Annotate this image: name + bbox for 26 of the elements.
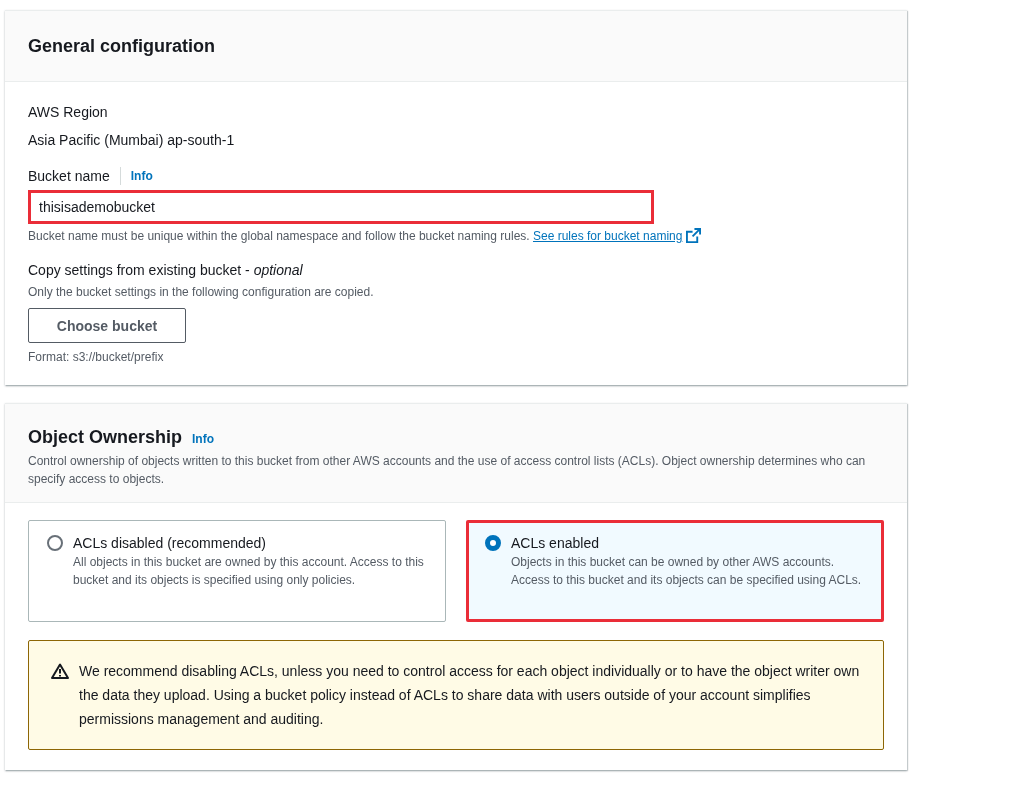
region-label: AWS Region: [28, 103, 109, 122]
copy-settings-label: Copy settings from existing bucket - optional: [28, 261, 304, 280]
bucket-name-label: Bucket name: [28, 167, 110, 186]
ownership-option[interactable]: ACLs disabled (recommended) All objects in this bucket are owned by this account. Access to this bucket and its objects is specified using only policies.: [28, 520, 446, 622]
region-value: Asia Pacific (Mumbai) ap-south-1: [28, 131, 236, 150]
option-label: ACLs enabled: [511, 534, 600, 553]
external-link-icon: [686, 228, 702, 243]
warning-icon: [51, 663, 69, 679]
bucket-name-hint: Bucket name must be unique within the global namespace and follow the bucket naming rules. See rules for bucket naming: [28, 228, 884, 244]
option-description: Objects in this bucket can be owned by other AWS accounts. Access to this bucket and its objects can be specified using ACLs.: [511, 554, 863, 589]
bucket-name-field[interactable]: thisisademobucket: [28, 190, 654, 224]
info-link[interactable]: Info: [130, 169, 153, 183]
format-hint: Format: s3://bucket/prefix: [28, 349, 165, 365]
naming-rules-link[interactable]: See rules for bucket naming: [533, 229, 702, 243]
section-title: Object Ownership: [28, 426, 183, 448]
copy-settings-description: Only the bucket settings in the following configuration are copied.: [28, 284, 375, 300]
option-description: All objects in this bucket are owned by this account. Access to this bucket and its objects is specified using only policies.: [73, 554, 425, 589]
option-label: ACLs disabled (recommended): [73, 534, 267, 553]
warning-text: We recommend disabling ACLs, unless you need to control access for each object individually or to have the object writer own the data they upload. Using a bucket policy instead of ACLs to share data with users outside of your account simplifies permissions management and auditing.: [79, 662, 861, 729]
ownership-option[interactable]: ACLs enabled Objects in this bucket can be owned by other AWS accounts. Access to this bucket and its objects can be specified using ACLs.: [466, 520, 884, 622]
radio-button[interactable]: [485, 535, 501, 551]
section-title: General configuration: [28, 35, 217, 57]
section-description: Control ownership of objects written to this bucket from other AWS accounts and the use of access control lists (ACLs). Object ownership determines who can specify access to objects.: [28, 453, 867, 488]
radio-button[interactable]: [47, 535, 63, 551]
info-link[interactable]: Info: [192, 432, 215, 446]
choose-bucket-button[interactable]: Choose bucket: [28, 308, 186, 343]
